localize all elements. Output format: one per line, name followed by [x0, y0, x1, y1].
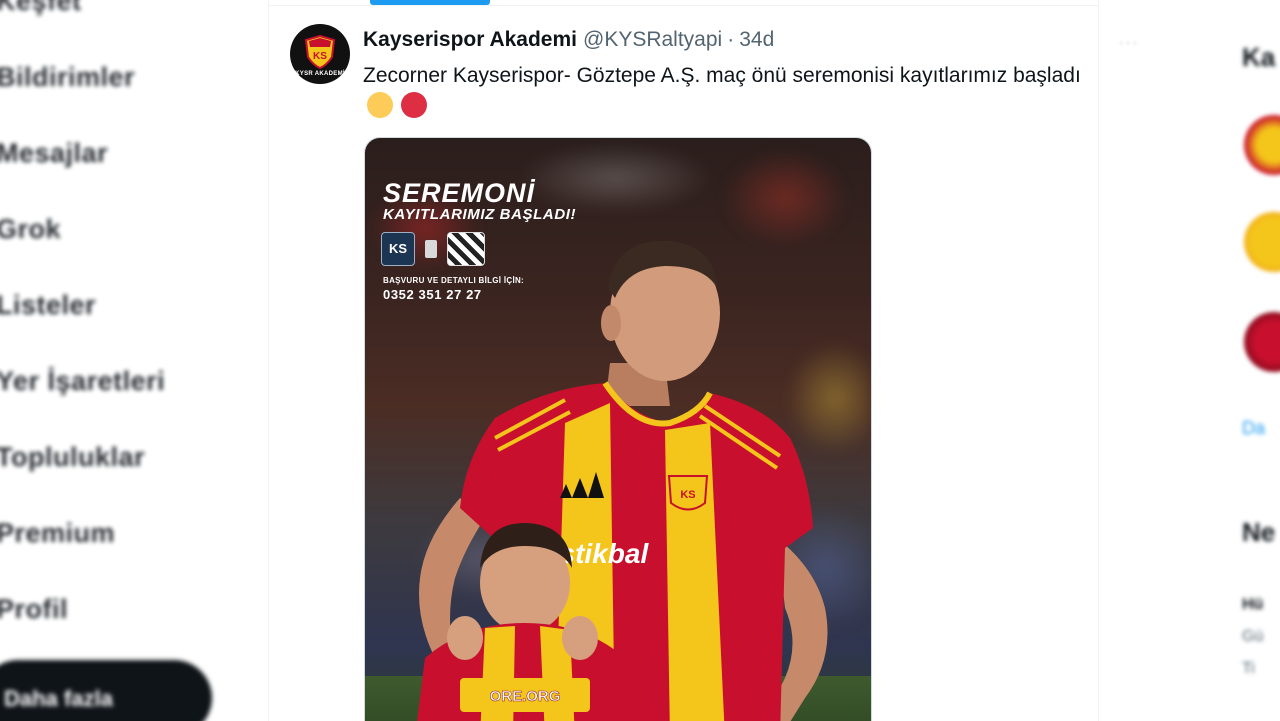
nav-item-notifications[interactable]: Bildirimler [0, 62, 135, 93]
nav-item-grok[interactable]: Grok [0, 214, 61, 245]
poster-subtitle: KAYITLARIMIZ BAŞLADI! [383, 206, 577, 223]
tweet-media-image[interactable]: KS istikbal ORE.ORG SEREMONİ KAYITLARIMI… [364, 137, 872, 721]
user-handle[interactable]: @KYSRaltyapi [583, 28, 722, 52]
more-options-icon[interactable]: ··· [1118, 32, 1152, 52]
right-sidebar: Ka Da Ne Hü Gü Ti [1230, 0, 1280, 721]
svg-text:KS: KS [680, 489, 695, 501]
nav-item-premium[interactable]: Premium [0, 518, 115, 549]
right-heading-2: Ne [1242, 517, 1276, 547]
player-and-mascot-illustration: KS istikbal ORE.ORG [417, 240, 828, 721]
nav-item-bookmarks[interactable]: Yer İşaretleri [0, 366, 165, 397]
tweet-timestamp[interactable]: 34d [739, 28, 774, 52]
trend-item-2[interactable]: Gü [1242, 628, 1263, 646]
tab-bar-divider [268, 5, 1098, 6]
nav-item-communities[interactable]: Topluluklar [0, 442, 145, 473]
svg-text:ORE.ORG: ORE.ORG [490, 688, 561, 705]
nav-item-lists[interactable]: Listeler [0, 290, 96, 321]
avatar[interactable]: KS KYSR AKADEMİ [290, 24, 350, 84]
club-logos: KS [381, 232, 485, 266]
kayserispor-logo-icon: KS [381, 232, 415, 266]
header-separator: · [727, 28, 735, 51]
tweet-body: Zecorner Kayserispor- Göztepe A.Ş. maç ö… [363, 64, 1081, 87]
nav-item-explore[interactable]: Keşfet [0, 0, 82, 17]
poster-phone: 0352 351 27 27 [383, 287, 482, 302]
nav-item-messages[interactable]: Mesajlar [0, 138, 108, 169]
display-name[interactable]: Kayserispor Akademi [363, 28, 577, 52]
suggested-avatar-2[interactable] [1244, 212, 1280, 272]
right-heading-1: Ka [1242, 42, 1276, 72]
suggested-avatar-1[interactable] [1244, 115, 1280, 175]
red-circle-emoji [400, 92, 427, 118]
x-timeline-page: Keşfet Bildirimler Mesajlar Grok Listele… [0, 0, 1280, 721]
show-more-link[interactable]: Da [1242, 418, 1265, 439]
nav-item-profile[interactable]: Profil [0, 594, 68, 625]
poster-title: SEREMONİ [383, 178, 536, 208]
trophy-icon [425, 240, 437, 258]
suggested-avatar-3[interactable] [1244, 312, 1280, 372]
trend-item-3[interactable]: Ti [1242, 660, 1255, 678]
poster-info-label: BAŞVURU VE DETAYLI BİLGİ İÇİN: [383, 276, 525, 285]
trend-item-1[interactable]: Hü [1242, 596, 1263, 614]
yellow-circle-emoji [367, 92, 393, 118]
goztepe-logo-icon [447, 232, 485, 266]
kayserispor-shield-icon: KS [305, 35, 335, 69]
timeline-right-border [1098, 0, 1099, 721]
avatar-caption: KYSR AKADEMİ [295, 71, 345, 77]
svg-text:KS: KS [313, 51, 327, 62]
post-button[interactable]: Daha fazla [0, 660, 212, 721]
tweet-header: Kayserispor Akademi @KYSRaltyapi · 34d [363, 28, 774, 52]
timeline-left-border [268, 0, 269, 721]
left-navigation: Keşfet Bildirimler Mesajlar Grok Listele… [0, 0, 268, 721]
active-tab-indicator [370, 0, 490, 5]
tweet-text: Zecorner Kayserispor- Göztepe A.Ş. maç ö… [363, 60, 1093, 122]
